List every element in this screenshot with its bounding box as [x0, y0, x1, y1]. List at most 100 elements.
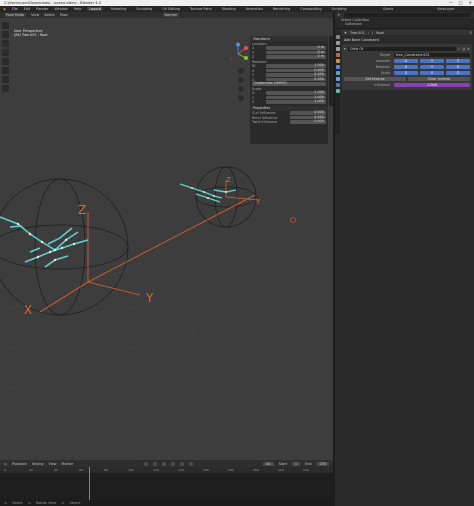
tab-rendering[interactable]: Rendering: [271, 7, 292, 11]
axis-label-z-right: Z: [226, 176, 231, 184]
grid-icon[interactable]: [238, 95, 244, 101]
constraint-enable-icon[interactable]: ✓: [458, 47, 461, 51]
prev-keyframe-icon[interactable]: [152, 461, 157, 466]
gizmo-x-icon[interactable]: [244, 46, 248, 50]
menu-keying[interactable]: Keying: [32, 462, 43, 466]
start-frame-field[interactable]: 1: [291, 461, 301, 466]
play-reverse-icon[interactable]: [161, 461, 166, 466]
ruler-tick: 80: [104, 468, 108, 472]
axis-label-y-left: Y: [145, 291, 154, 305]
scale-z-toggle[interactable]: Z: [446, 70, 470, 75]
bone-constraint-tab-icon[interactable]: [335, 89, 340, 93]
navigation-gizmo[interactable]: [226, 42, 250, 66]
tab-scripting[interactable]: Scripting: [330, 7, 349, 11]
location-z-toggle[interactable]: Z: [446, 58, 470, 63]
menu-window[interactable]: Window: [54, 7, 67, 11]
armature-tab-icon[interactable]: [335, 77, 340, 81]
rotation-z-toggle[interactable]: Z: [446, 64, 470, 69]
menu-render[interactable]: Render: [36, 7, 48, 11]
outliner-item[interactable]: Collection: [335, 22, 474, 26]
scene-tab-icon[interactable]: [335, 53, 340, 57]
tab-compositing[interactable]: Compositing: [298, 7, 323, 11]
outliner-search-input[interactable]: [343, 13, 470, 17]
location-z-row: Z0 m: [252, 54, 326, 59]
output-tab-icon[interactable]: [335, 47, 340, 51]
location-x-toggle[interactable]: X: [394, 58, 418, 63]
target-field[interactable]: tree_Constraint.001: [394, 52, 470, 57]
influence-slider[interactable]: 1.000: [394, 82, 470, 87]
clear-inverse-button[interactable]: Clear Inverse: [408, 76, 470, 81]
set-inverse-button[interactable]: Set Inverse: [344, 76, 406, 81]
rotation-x-toggle[interactable]: X: [394, 64, 418, 69]
timeline-area[interactable]: [0, 467, 333, 501]
modifier-tab-icon[interactable]: [335, 65, 340, 69]
location-title: Location:: [252, 41, 268, 46]
zoom-icon[interactable]: [238, 68, 244, 74]
3d-viewport[interactable]: Pose Mode View Select Pose Normal User P…: [0, 12, 333, 460]
pan-hand-icon[interactable]: [238, 77, 244, 83]
outliner-filter-icon[interactable]: ▾: [338, 13, 340, 17]
scene-selector[interactable]: Scene: [383, 7, 393, 11]
location-y-toggle[interactable]: Y: [420, 58, 444, 63]
scale-z-field[interactable]: 1.000: [266, 100, 326, 104]
rotation-mode-select[interactable]: Quaternion (WXYZ): [252, 82, 326, 86]
end-frame-field[interactable]: 250: [316, 461, 330, 466]
ruler-tick: 180: [228, 468, 234, 472]
constraint-menu-icon[interactable]: ⋁: [462, 47, 465, 51]
window-title: C:\Users\user\Downloads\...\scene.blend …: [4, 1, 101, 5]
outliner: ▾ Scene Collection Collection: [335, 12, 474, 28]
playhead[interactable]: [89, 467, 90, 501]
collapse-chevron-icon[interactable]: ▾: [344, 47, 346, 51]
current-frame-field[interactable]: 84: [263, 461, 274, 466]
menu-marker[interactable]: Marker: [62, 462, 74, 466]
add-bone-constraint-button[interactable]: Add Bone Constraint: [342, 38, 472, 42]
gizmo-z-icon[interactable]: [236, 42, 240, 47]
menu-playback[interactable]: Playback: [12, 462, 27, 466]
sidebar-tabs[interactable]: [329, 36, 333, 106]
ruler-tick: 60: [79, 468, 83, 472]
rotation-y-toggle[interactable]: Y: [420, 64, 444, 69]
menu-timeline-view[interactable]: View: [49, 462, 57, 466]
transform-section-header[interactable]: Transform: [250, 36, 328, 41]
view-layer-selector[interactable]: ViewLayer: [437, 7, 455, 11]
pin-icon[interactable]: ⚲: [470, 31, 472, 35]
floor-grid: [0, 171, 333, 460]
tool-tab-icon[interactable]: [335, 35, 340, 39]
tab-modeling[interactable]: Modeling: [109, 7, 128, 11]
ruler-tick: 220: [278, 468, 284, 472]
3d-cursor-icon: [290, 217, 296, 223]
scale-y-toggle[interactable]: Y: [420, 70, 444, 75]
end-frame-label: End: [305, 461, 312, 466]
jump-start-icon[interactable]: [143, 461, 148, 466]
jump-end-icon[interactable]: [188, 461, 193, 466]
gizmo-y-icon[interactable]: [244, 56, 248, 60]
next-keyframe-icon[interactable]: [179, 461, 184, 466]
tab-layout[interactable]: Layout: [87, 7, 103, 11]
camera-icon[interactable]: [238, 86, 244, 92]
tab-animation[interactable]: Animation: [244, 7, 265, 11]
bone-tab-icon[interactable]: [335, 83, 340, 87]
tab-uv-editing[interactable]: UV Editing: [160, 7, 182, 11]
twist-influence-field[interactable]: 0.000: [290, 120, 326, 124]
play-icon[interactable]: [170, 461, 175, 466]
constraint-remove-icon[interactable]: ✕: [467, 47, 470, 51]
menu-edit[interactable]: Edit: [24, 7, 31, 11]
tab-shading[interactable]: Shading: [220, 7, 238, 11]
object-tab-icon[interactable]: [335, 59, 340, 63]
menu-help[interactable]: Help: [74, 7, 82, 11]
breadcrumb-separator: ›: [367, 30, 370, 35]
render-tab-icon[interactable]: [335, 41, 340, 45]
influence-label: Influence: [374, 82, 390, 87]
physics-tab-icon[interactable]: [335, 71, 340, 75]
menu-file[interactable]: File: [12, 7, 18, 11]
blender-logo-icon[interactable]: ◉: [3, 7, 6, 11]
constraint-name-field[interactable]: Child Of: [347, 46, 456, 51]
status-bar: ▭ Select ▭ Rotate View ▭ Object: [0, 500, 333, 506]
scale-x-toggle[interactable]: X: [394, 70, 418, 75]
location-z-field[interactable]: 0 m: [266, 55, 326, 59]
timeline-editor-type-icon[interactable]: ◷: [4, 462, 7, 466]
tab-texture-paint[interactable]: Texture Paint: [188, 7, 214, 11]
gizmo-neg-x-icon[interactable]: [229, 57, 233, 61]
bone-chain-left[interactable]: [0, 216, 89, 268]
tab-sculpting[interactable]: Sculpting: [134, 7, 154, 11]
